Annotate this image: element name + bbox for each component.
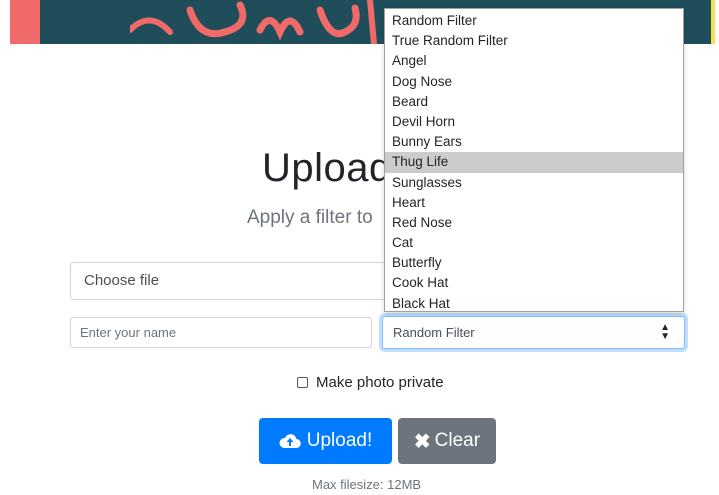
dropdown-option[interactable]: Devil Horn bbox=[385, 112, 683, 132]
dropdown-option[interactable]: Butterfly bbox=[385, 253, 683, 273]
upload-button[interactable]: Upload! bbox=[259, 418, 392, 464]
banner-left-strip bbox=[10, 0, 40, 44]
dropdown-option[interactable]: Beard bbox=[385, 92, 683, 112]
dropdown-option[interactable]: Thug Life bbox=[385, 152, 683, 173]
file-input-label: Choose file bbox=[84, 272, 160, 289]
filter-dropdown-list[interactable]: Random Filter True Random Filter Angel Dog … bbox=[384, 8, 684, 312]
filter-select[interactable]: Random Filter ▲ ▼ bbox=[382, 316, 685, 349]
page-subtitle: Apply a filter to bbox=[247, 207, 373, 228]
dropdown-option[interactable]: Black Hat bbox=[385, 294, 683, 314]
max-filesize-note: Max filesize: 12MB bbox=[312, 477, 422, 492]
name-input[interactable] bbox=[70, 317, 372, 348]
private-label: Make photo private bbox=[316, 373, 444, 391]
clear-button-label: Clear bbox=[434, 430, 481, 451]
clear-button[interactable]: ✖ Clear bbox=[398, 418, 496, 464]
close-icon: ✖ bbox=[413, 430, 431, 453]
dropdown-option[interactable]: Angel bbox=[385, 51, 683, 71]
dropdown-option[interactable]: Cook Hat bbox=[385, 273, 683, 293]
dropdown-option[interactable]: Red Nose bbox=[385, 213, 683, 233]
dropdown-option[interactable]: Bunny Ears bbox=[385, 132, 683, 152]
dropdown-option[interactable]: Cat bbox=[385, 233, 683, 253]
dropdown-option[interactable]: True Random Filter bbox=[385, 31, 683, 51]
banner-right-strip bbox=[711, 0, 715, 44]
upload-button-label: Upload! bbox=[306, 430, 373, 451]
private-row[interactable]: Make photo private bbox=[297, 372, 444, 392]
private-checkbox[interactable] bbox=[297, 376, 308, 388]
filter-select-value: Random Filter bbox=[393, 325, 475, 340]
dropdown-option[interactable]: Heart bbox=[385, 193, 683, 213]
sort-arrows-icon: ▲ ▼ bbox=[660, 322, 670, 342]
cloud-upload-icon bbox=[279, 433, 301, 449]
dropdown-option[interactable]: Dog Nose bbox=[385, 72, 683, 92]
dropdown-option[interactable]: Random Filter bbox=[385, 11, 683, 31]
dropdown-option[interactable]: Sunglasses bbox=[385, 173, 683, 193]
page-title: Upload bbox=[262, 146, 392, 190]
banner-logo-art bbox=[130, 0, 377, 44]
page: Upload Apply a filter to Choose file Ran… bbox=[0, 0, 719, 495]
